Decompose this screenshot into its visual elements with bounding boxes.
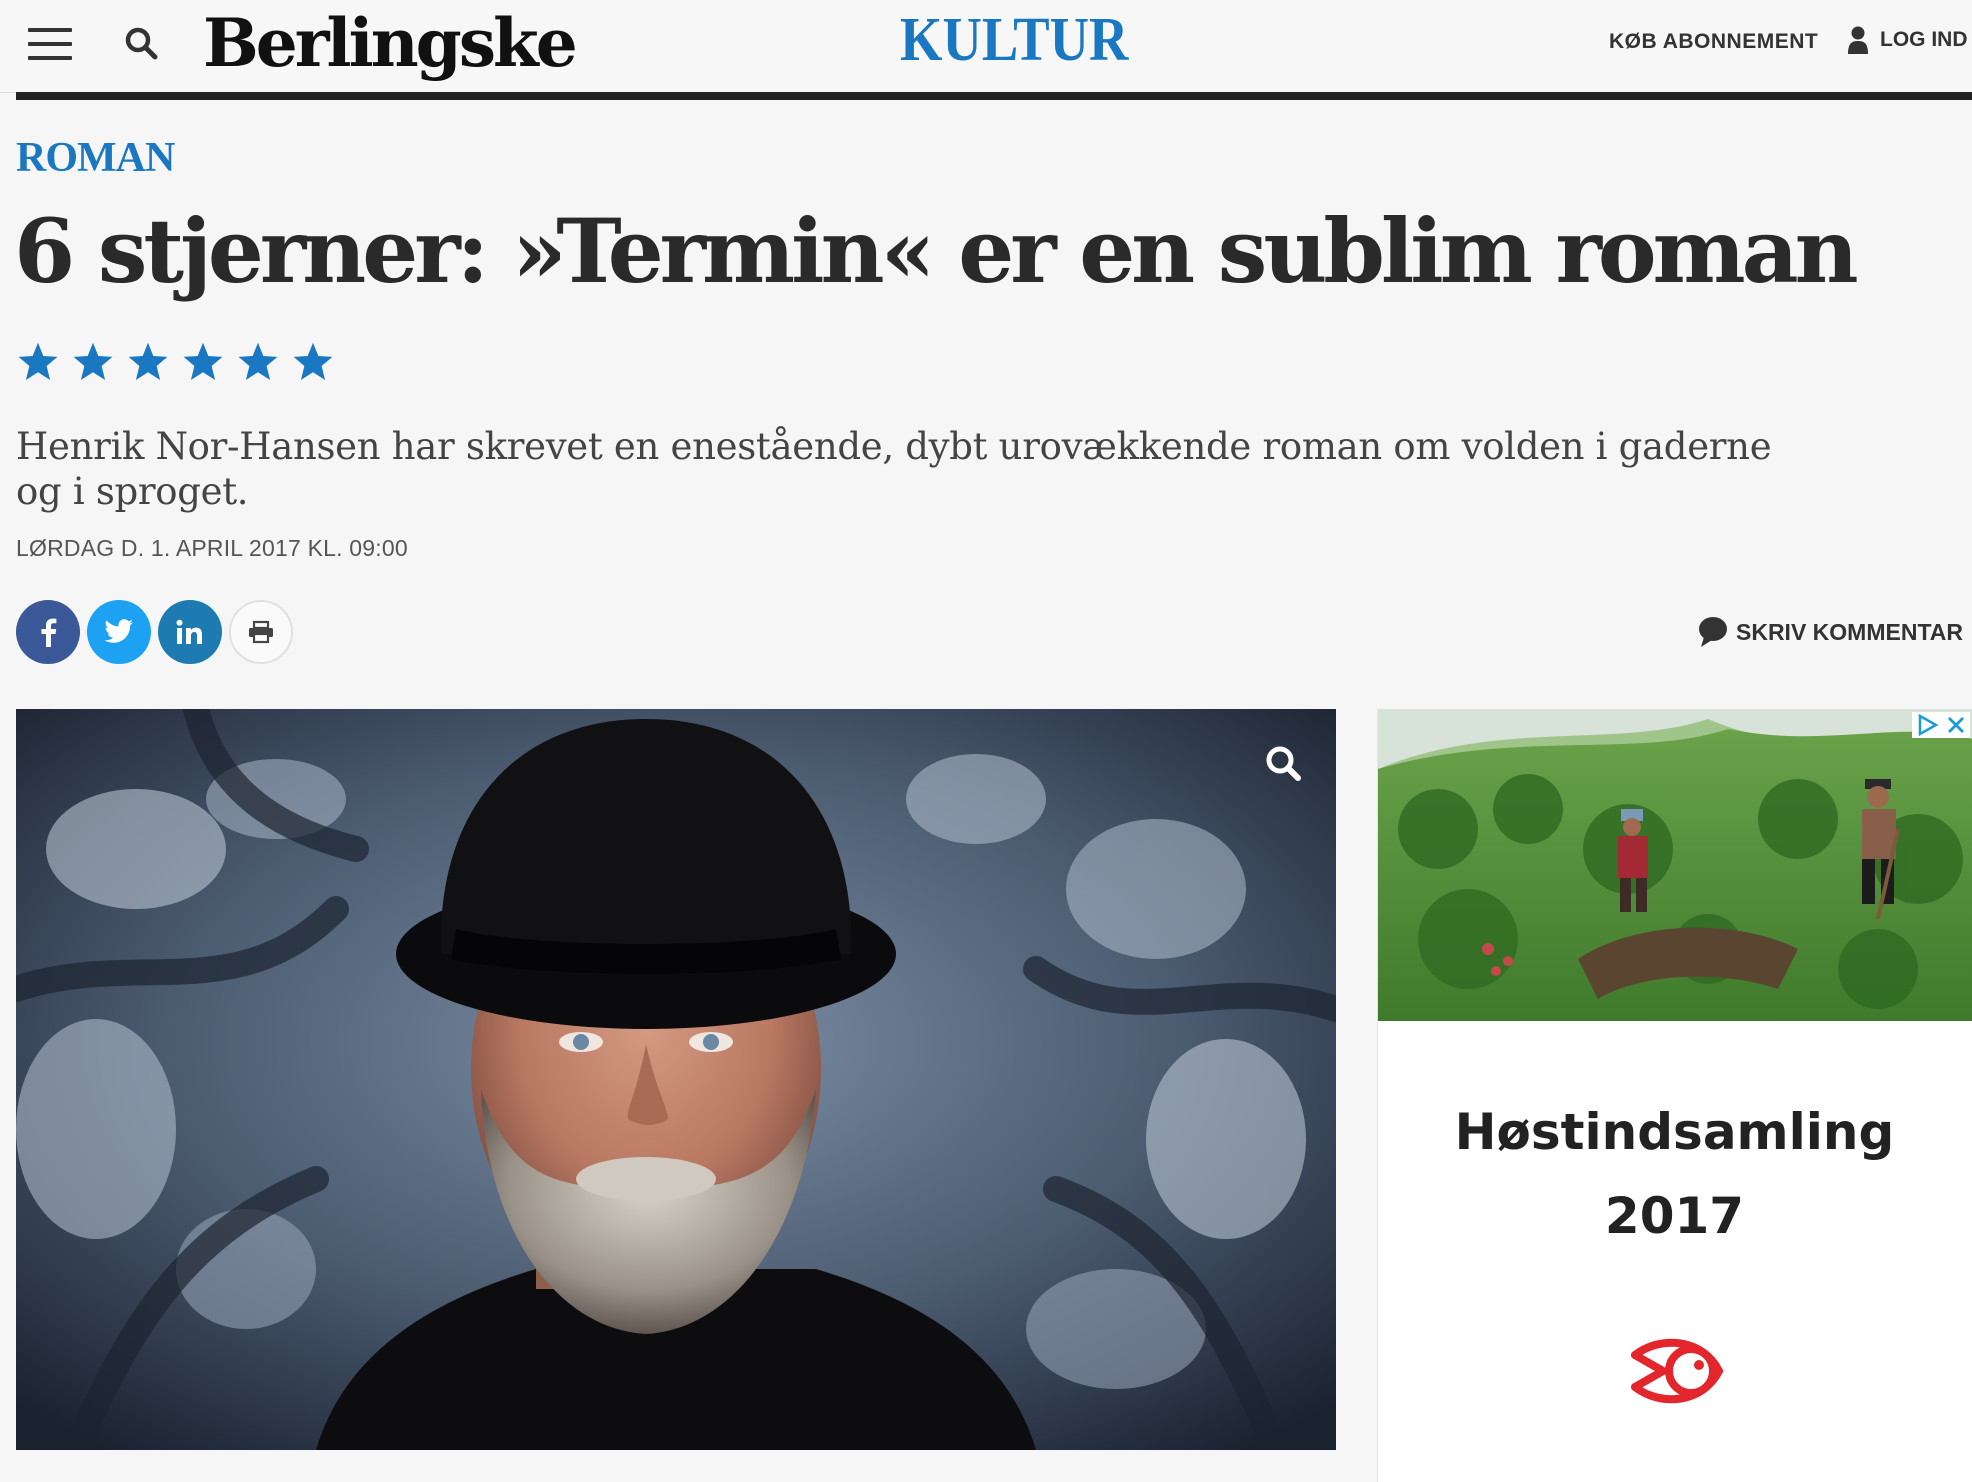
facebook-icon xyxy=(41,618,57,647)
speech-bubble-icon xyxy=(1699,617,1727,647)
zoom-icon[interactable] xyxy=(1262,742,1306,786)
site-logo[interactable]: Berlingske xyxy=(203,0,578,86)
share-bar xyxy=(16,600,293,664)
star-icon xyxy=(293,342,333,380)
ad-choices-icon[interactable] xyxy=(1912,712,1970,738)
subscribe-link[interactable]: KØB ABONNEMENT xyxy=(1609,30,1818,54)
star-icon xyxy=(183,342,223,380)
ad-title-line1: Høstindsamling xyxy=(1454,1103,1895,1161)
article-kicker[interactable]: ROMAN xyxy=(16,134,175,182)
linkedin-icon xyxy=(176,619,202,644)
print-button[interactable] xyxy=(229,600,293,664)
hamburger-menu-icon[interactable] xyxy=(28,28,72,60)
login-label: LOG IND xyxy=(1880,28,1968,51)
facebook-share-button[interactable] xyxy=(16,600,80,664)
article-headline: 6 stjerner: »Termin« er en sublim roman xyxy=(14,199,1859,303)
article-dateline: LØRDAG D. 1. APRIL 2017 KL. 09:00 xyxy=(16,535,408,561)
article-deck: Henrik Nor-Hansen har skrevet en eneståe… xyxy=(16,425,1772,513)
linkedin-share-button[interactable] xyxy=(158,600,222,664)
star-icon xyxy=(128,342,168,380)
star-icon xyxy=(18,342,58,380)
ad-title-line2: 2017 xyxy=(1604,1187,1745,1245)
star-icon xyxy=(238,342,278,380)
header-divider xyxy=(16,92,1972,100)
comment-label: SKRIV KOMMENTAR xyxy=(1736,618,1964,645)
search-icon[interactable] xyxy=(122,24,162,64)
star-icon xyxy=(73,342,113,380)
ad-close-icon[interactable] xyxy=(1942,712,1970,738)
article-photo[interactable] xyxy=(16,709,1336,1450)
twitter-share-button[interactable] xyxy=(87,600,151,664)
user-icon xyxy=(1848,26,1868,54)
star-rating xyxy=(16,340,335,384)
fish-logo-icon[interactable] xyxy=(1621,1325,1725,1417)
print-icon xyxy=(249,620,273,644)
ad-title[interactable]: Høstindsamling 2017 xyxy=(1377,1090,1972,1258)
twitter-icon xyxy=(104,619,133,643)
login-link[interactable]: LOG IND xyxy=(1848,26,1968,54)
ad-image[interactable] xyxy=(1378,709,1972,1021)
section-title[interactable]: KULTUR xyxy=(900,4,1128,76)
comment-link[interactable]: SKRIV KOMMENTAR xyxy=(1698,616,1963,648)
site-header: Berlingske KULTUR KØB ABONNEMENT LOG IND xyxy=(0,0,1972,93)
